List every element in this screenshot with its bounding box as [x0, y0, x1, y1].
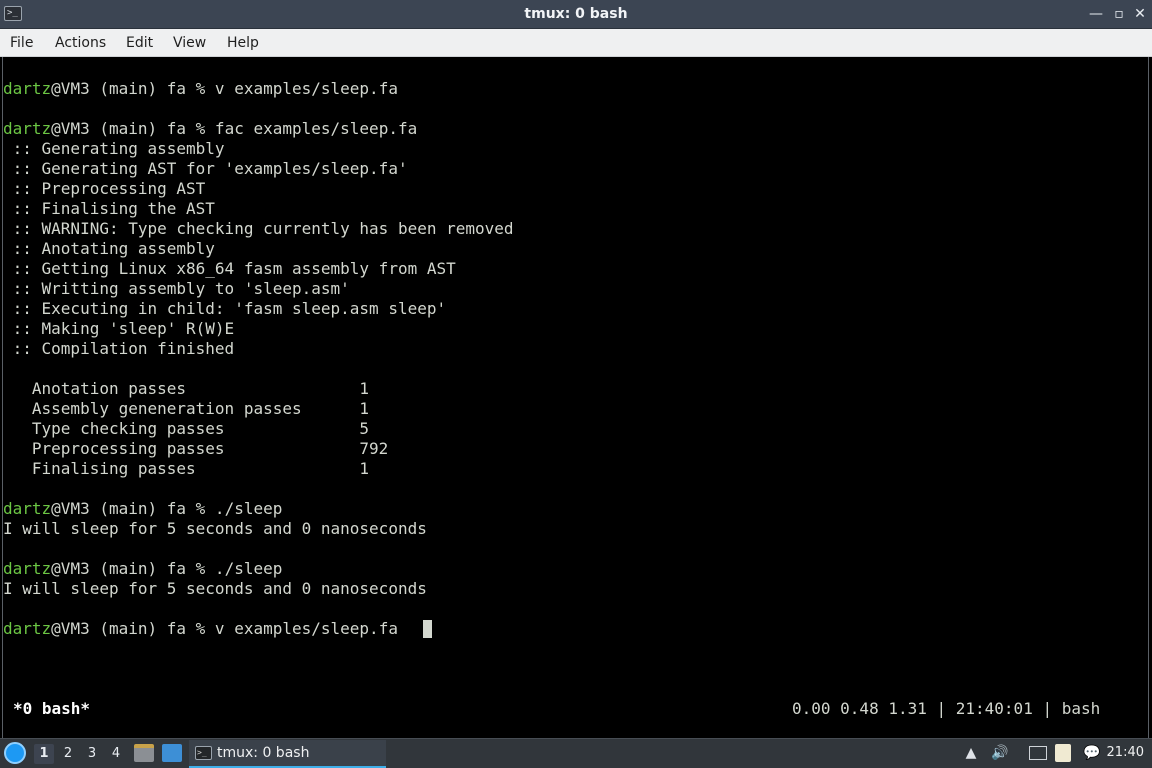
restore-icon[interactable]: ▫	[1109, 4, 1129, 24]
terminal-line: dartz@VM3 (main) fa % v examples/sleep.f…	[3, 79, 398, 98]
desktop-4-button[interactable]: 4	[106, 744, 126, 764]
battery-icon[interactable]: ▲	[962, 744, 980, 762]
terminal-line: I will sleep for 5 seconds and 0 nanosec…	[3, 579, 427, 598]
terminal-line: :: Compilation finished	[3, 339, 235, 358]
terminal-icon: >_	[195, 746, 212, 760]
terminal-area[interactable]: dartz@VM3 (main) fa % v examples/sleep.f…	[2, 57, 1149, 738]
terminal-line: :: Anotating assembly	[3, 239, 215, 258]
volume-icon[interactable]: 🔊	[991, 744, 1009, 762]
show-desktop-icon[interactable]	[162, 744, 182, 762]
terminal-line: Anotation passes 1	[3, 379, 370, 398]
desktop-1-button[interactable]: 1	[34, 744, 54, 764]
terminal-line: :: Preprocessing AST	[3, 179, 206, 198]
terminal-line: Assembly geneneration passes 1	[3, 399, 370, 418]
menu-help[interactable]: Help	[225, 29, 261, 57]
clock[interactable]: 21:40	[1107, 739, 1144, 768]
terminal-line: dartz@VM3 (main) fa % fac examples/sleep…	[3, 119, 418, 138]
terminal-line: :: Writting assembly to 'sleep.asm'	[3, 279, 350, 298]
task-label: tmux: 0 bash	[217, 745, 310, 761]
terminal-line: I will sleep for 5 seconds and 0 nanosec…	[3, 519, 427, 538]
taskbar: 1 2 3 4 >_ tmux: 0 bash ▲ 🔊 💬 21:40	[0, 738, 1152, 768]
menu-file[interactable]: File	[8, 29, 35, 57]
tmux-status-right: 0.00 0.48 1.31 | 21:40:01 | bash	[792, 699, 1101, 718]
menu-actions[interactable]: Actions	[53, 29, 108, 57]
file-manager-icon[interactable]	[134, 744, 154, 762]
terminal-line: :: WARNING: Type checking currently has …	[3, 219, 514, 238]
terminal-line: Finalising passes 1	[3, 459, 370, 478]
window-titlebar[interactable]: >_ tmux: 0 bash — ▫ ✕	[0, 0, 1152, 29]
desktop-2-button[interactable]: 2	[58, 744, 78, 764]
terminal-line: :: Getting Linux x86_64 fasm assembly fr…	[3, 259, 456, 278]
notification-icon[interactable]: 💬	[1083, 744, 1101, 762]
terminal-line: Preprocessing passes 792	[3, 439, 389, 458]
menu-edit[interactable]: Edit	[124, 29, 155, 57]
terminal-line: :: Finalising the AST	[3, 199, 215, 218]
tmux-window-list[interactable]: *0 bash*	[13, 699, 90, 719]
terminal-line: :: Executing in child: 'fasm sleep.asm s…	[3, 299, 447, 318]
desktop-3-button[interactable]: 3	[82, 744, 102, 764]
terminal-line: Type checking passes 5	[3, 419, 370, 438]
minimize-icon[interactable]: —	[1086, 4, 1106, 24]
terminal-line: dartz@VM3 (main) fa % ./sleep	[3, 499, 283, 518]
terminal-line: :: Generating AST for 'examples/sleep.fa…	[3, 159, 408, 178]
start-menu-icon[interactable]	[4, 742, 26, 764]
terminal-line: :: Making 'sleep' R(W)E	[3, 319, 235, 338]
close-icon[interactable]: ✕	[1130, 4, 1150, 24]
menu-view[interactable]: View	[171, 29, 208, 57]
text-cursor	[423, 620, 432, 638]
terminal-line: dartz@VM3 (main) fa % ./sleep	[3, 559, 283, 578]
taskbar-task-tmux[interactable]: >_ tmux: 0 bash	[189, 740, 386, 768]
terminal-line: :: Generating assembly	[3, 139, 225, 158]
menu-bar: File Actions Edit View Help	[0, 29, 1152, 57]
network-icon[interactable]	[1029, 746, 1047, 760]
prompt-line[interactable]: dartz@VM3 (main) fa % v examples/sleep.f…	[3, 619, 408, 639]
window-title: tmux: 0 bash	[524, 6, 628, 22]
clipboard-icon[interactable]	[1055, 744, 1071, 762]
